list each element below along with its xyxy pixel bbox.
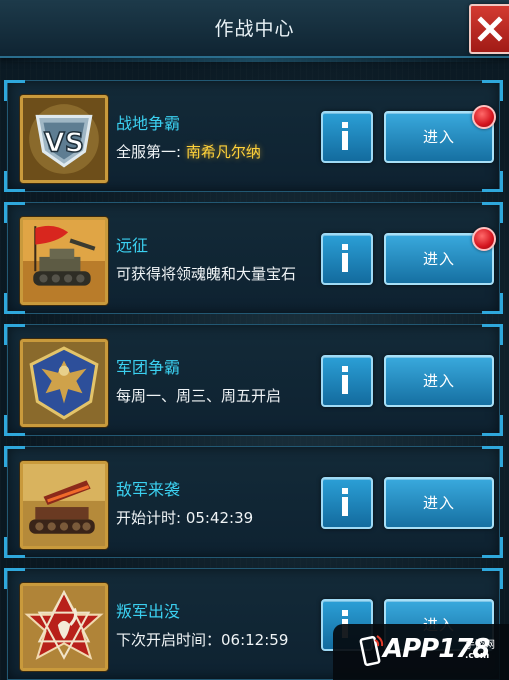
phone-logo-icon bbox=[359, 635, 384, 667]
rocket-launcher-icon bbox=[20, 461, 108, 549]
close-icon bbox=[477, 16, 503, 42]
page-title: 作战中心 bbox=[214, 18, 295, 40]
frame-corner bbox=[482, 568, 503, 589]
watermark-domain: .com bbox=[465, 651, 490, 661]
info-icon bbox=[342, 488, 348, 516]
top-player-name: 南希凡尔纳 bbox=[185, 143, 261, 161]
frame-corner bbox=[482, 293, 503, 314]
mode-title: 军团争霸 bbox=[116, 358, 181, 377]
top-player-label: 全服第一: bbox=[116, 143, 186, 161]
mode-description: 全服第一: 南希凡尔纳 bbox=[116, 141, 261, 162]
mode-description: 可获得将领魂魄和大量宝石 bbox=[116, 265, 297, 283]
mode-description: 下次开启时间：06:12:59 bbox=[116, 631, 289, 649]
tank-flag-icon bbox=[20, 217, 108, 305]
svg-text:VS: VS bbox=[44, 127, 84, 158]
frame-corner bbox=[482, 202, 503, 223]
header-bar: 作战中心 bbox=[0, 0, 509, 62]
vs-badge-icon: VS bbox=[20, 95, 108, 183]
info-icon bbox=[342, 244, 348, 272]
enter-button[interactable]: 进入 bbox=[384, 477, 494, 529]
mode-card-battlefield: VS 战地争霸 全服第一: 南希凡尔纳 进入 bbox=[4, 80, 503, 192]
mode-card-legion: 军团争霸 每周一、周三、周五开启 进入 bbox=[4, 324, 503, 436]
battle-mode-list: VS 战地争霸 全服第一: 南希凡尔纳 进入 远征 可获得将领魂魄和大量宝石 进… bbox=[0, 0, 509, 680]
mode-description: 开始计时: 05:42:39 bbox=[116, 509, 254, 527]
info-button[interactable] bbox=[321, 111, 373, 163]
frame-corner bbox=[482, 171, 503, 192]
frame-corner bbox=[482, 537, 503, 558]
info-icon bbox=[342, 366, 348, 394]
mode-card-enemy-raid: 敌军来袭 开始计时: 05:42:39 进入 bbox=[4, 446, 503, 558]
eagle-shield-icon bbox=[20, 339, 108, 427]
info-button[interactable] bbox=[321, 477, 373, 529]
mode-title: 敌军来袭 bbox=[116, 480, 181, 499]
info-icon bbox=[342, 122, 348, 150]
frame-corner bbox=[482, 324, 503, 345]
mode-description: 每周一、周三、周五开启 bbox=[116, 387, 282, 405]
enter-button[interactable]: 进入 bbox=[384, 355, 494, 407]
info-button[interactable] bbox=[321, 355, 373, 407]
mode-title: 战地争霸 bbox=[116, 114, 181, 133]
frame-corner bbox=[482, 446, 503, 467]
notification-dot bbox=[472, 105, 496, 129]
site-watermark: APP178 手游网 .com bbox=[333, 624, 509, 680]
scorpion-star-icon bbox=[20, 583, 108, 671]
frame-corner bbox=[482, 80, 503, 101]
close-button[interactable] bbox=[469, 4, 509, 54]
info-button[interactable] bbox=[321, 233, 373, 285]
mode-card-expedition: 远征 可获得将领魂魄和大量宝石 进入 bbox=[4, 202, 503, 314]
notification-dot bbox=[472, 227, 496, 251]
frame-corner bbox=[482, 415, 503, 436]
watermark-subtitle: 手游网 bbox=[465, 640, 495, 651]
mode-title: 叛军出没 bbox=[116, 602, 181, 621]
mode-title: 远征 bbox=[116, 236, 149, 255]
